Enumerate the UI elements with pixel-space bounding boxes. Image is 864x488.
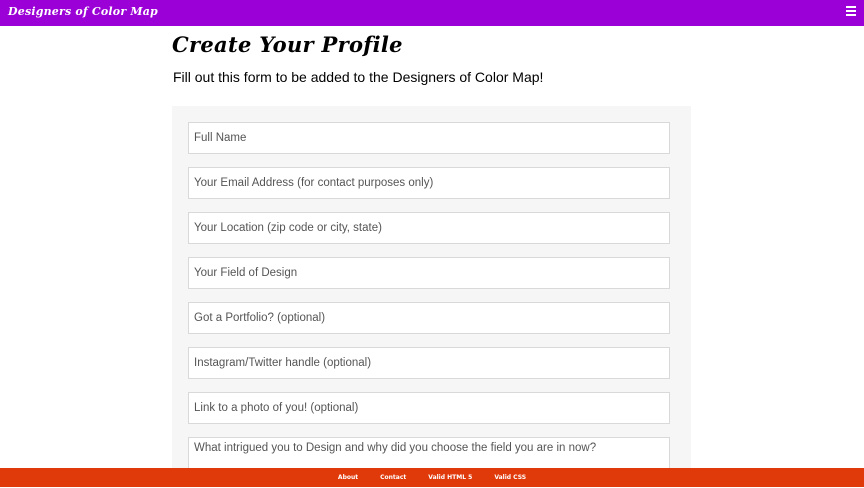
menu-icon-bar — [846, 6, 856, 8]
field-of-design-input[interactable] — [188, 257, 670, 289]
social-handle-input[interactable] — [188, 347, 670, 379]
menu-icon-bar — [846, 10, 856, 12]
hamburger-menu-icon[interactable] — [846, 6, 856, 16]
top-nav-bar: Designers of Color Map — [0, 0, 864, 26]
email-input[interactable] — [188, 167, 670, 199]
footer-bar: About Contact Valid HTML 5 Valid CSS — [0, 468, 864, 487]
footer-link-valid-css[interactable]: Valid CSS — [494, 474, 526, 481]
footer-links: About Contact Valid HTML 5 Valid CSS — [0, 468, 864, 487]
photo-link-input[interactable] — [188, 392, 670, 424]
site-brand-link[interactable]: Designers of Color Map — [8, 5, 158, 18]
menu-icon-bar — [846, 14, 856, 16]
full-name-input[interactable] — [188, 122, 670, 154]
location-input[interactable] — [188, 212, 670, 244]
footer-link-about[interactable]: About — [338, 474, 358, 481]
footer-link-contact[interactable]: Contact — [380, 474, 406, 481]
intro-text: Fill out this form to be added to the De… — [173, 69, 544, 85]
page-title: Create Your Profile — [172, 32, 403, 57]
footer-link-valid-html[interactable]: Valid HTML 5 — [428, 474, 472, 481]
portfolio-input[interactable] — [188, 302, 670, 334]
